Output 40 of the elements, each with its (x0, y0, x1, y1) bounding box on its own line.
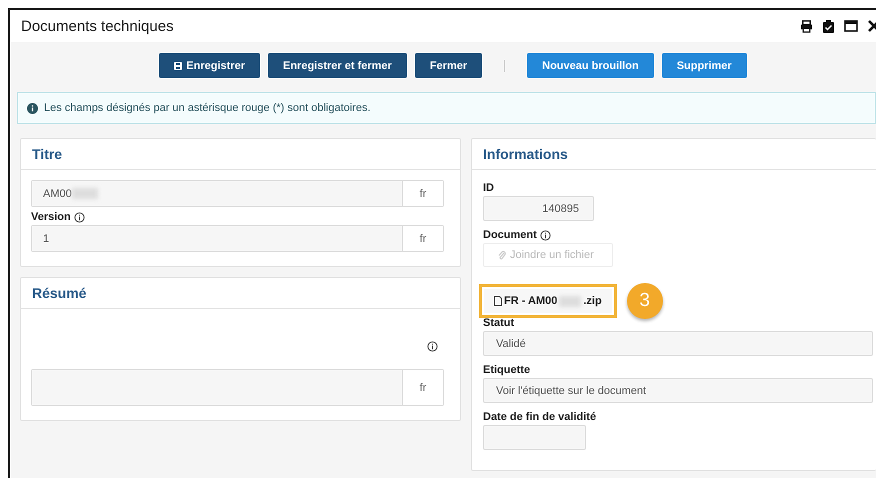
toolbar-button[interactable]: Enregistrer (159, 53, 260, 78)
language-tag: fr (402, 181, 443, 206)
label-field: Voir l'étiquette sur le document (483, 378, 873, 403)
toolbar-button[interactable]: Fermer (414, 53, 482, 78)
field-label: ID (483, 182, 494, 194)
info-icon (540, 230, 551, 240)
save-icon (174, 62, 182, 70)
toolbar-button[interactable]: Nouveau brouillon (527, 53, 654, 78)
field-value: AM00 (43, 188, 72, 200)
field-label: Etiquette (483, 364, 530, 376)
window-title: Documents techniques (21, 18, 174, 34)
field-label: Date de fin de validité (483, 411, 596, 423)
field-label: Document (483, 229, 537, 241)
file-link[interactable]: FR - AM00 .zip (484, 289, 612, 313)
title-field[interactable]: AM00 fr (31, 180, 444, 207)
field-label: Statut (483, 317, 514, 329)
print-icon[interactable] (800, 20, 813, 32)
clipboard-check-icon[interactable] (823, 20, 834, 32)
panel-heading: Résumé (32, 285, 86, 301)
version-field[interactable]: 1 fr (31, 225, 444, 252)
panel-heading: Informations (483, 146, 568, 162)
step-number-badge: 3 (626, 283, 663, 319)
toolbar-button[interactable]: Enregistrer et fermer (268, 53, 407, 78)
date-field[interactable] (483, 425, 586, 450)
alert-text: Les champs désignés par un astérisque rouge (*) sont obligatoires. (44, 102, 371, 114)
info-icon (74, 212, 85, 222)
field-label: Version (31, 211, 71, 223)
language-tag: fr (402, 370, 443, 405)
language-tag: fr (402, 226, 443, 251)
info-icon (27, 102, 38, 114)
file-icon (494, 296, 502, 306)
maximize-icon[interactable] (844, 20, 858, 32)
info-icon (427, 341, 438, 352)
toolbar-button[interactable]: Supprimer (662, 53, 747, 78)
id-field: 140895 (483, 196, 594, 221)
paperclip-icon (498, 250, 506, 260)
summary-field[interactable]: fr (31, 369, 444, 406)
field-value: 1 (43, 232, 50, 244)
status-field: Validé (483, 331, 873, 356)
panel-heading: Titre (32, 146, 62, 162)
